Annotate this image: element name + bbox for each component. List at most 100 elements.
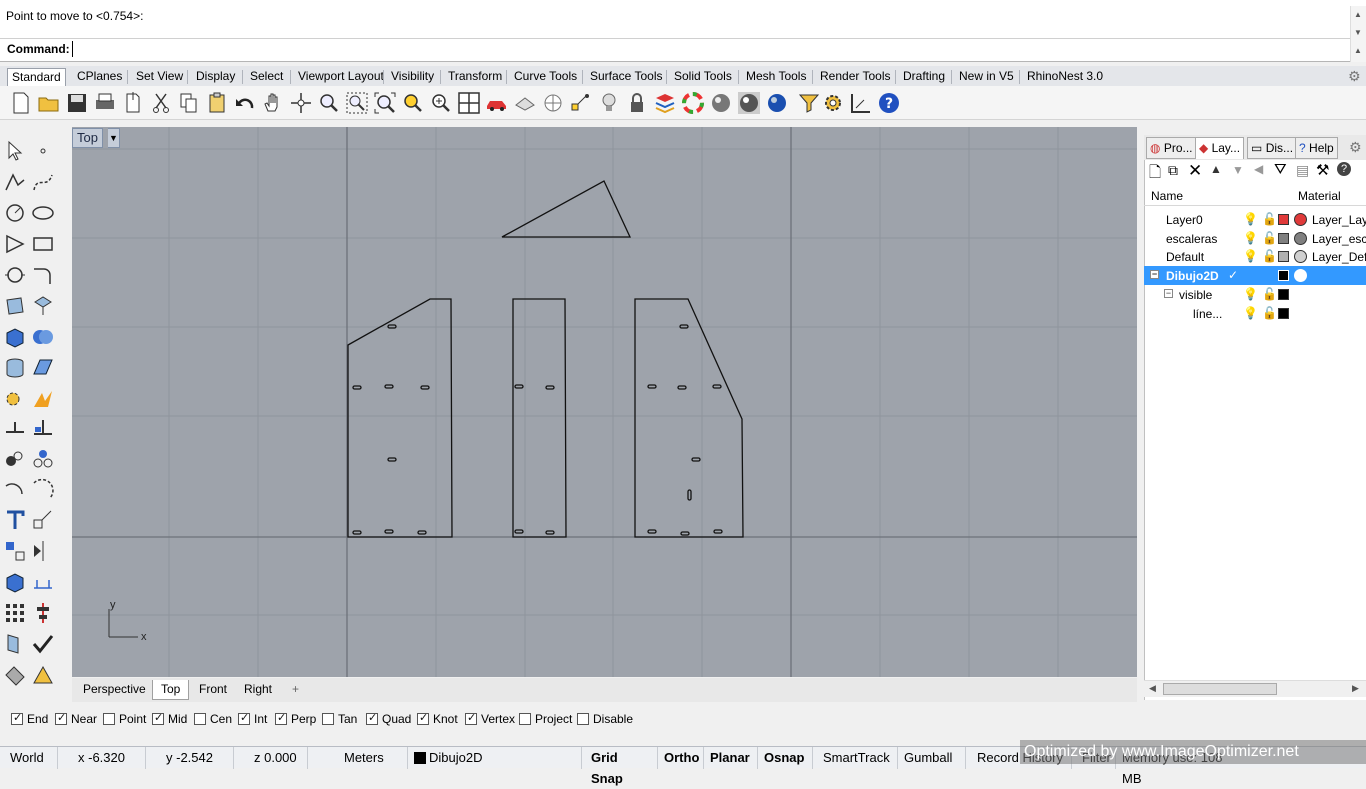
panel-gear-icon[interactable]: ⚙ bbox=[1349, 139, 1362, 156]
dimension-icon[interactable] bbox=[849, 91, 873, 115]
grid-snap-button[interactable]: Grid Snap bbox=[582, 747, 658, 786]
tab-render-tools[interactable]: Render Tools bbox=[816, 68, 895, 86]
tab-surface-tools[interactable]: Surface Tools bbox=[586, 68, 667, 86]
car-icon[interactable] bbox=[485, 91, 509, 115]
light-bulb-icon[interactable] bbox=[597, 91, 621, 115]
delete-layer-icon[interactable]: ✕ bbox=[1188, 161, 1202, 181]
snap-circle-icon[interactable] bbox=[541, 91, 565, 115]
viewport-top[interactable]: y x bbox=[72, 127, 1137, 677]
help-icon[interactable]: ? bbox=[877, 91, 901, 115]
unlock-icon[interactable]: 🔓 bbox=[1262, 212, 1277, 226]
scroll-left-icon[interactable]: ◀ bbox=[1149, 683, 1156, 694]
extrude-curve-icon[interactable] bbox=[31, 294, 55, 318]
checkbox-icon[interactable] bbox=[238, 711, 250, 725]
collapse-icon[interactable]: − bbox=[1164, 289, 1173, 298]
gumball-button[interactable]: Gumball bbox=[898, 747, 966, 769]
tab-help[interactable]: ? Help bbox=[1295, 137, 1338, 159]
dimension-linear-icon[interactable] bbox=[31, 570, 55, 594]
import-icon[interactable] bbox=[121, 91, 145, 115]
layers-icon[interactable] bbox=[653, 91, 677, 115]
layer-row-current[interactable]: − Dibujo2D ✓ bbox=[1144, 266, 1366, 285]
rendered-sphere-icon[interactable] bbox=[737, 91, 761, 115]
select-arrow-icon[interactable] bbox=[3, 139, 27, 163]
align-icon[interactable] bbox=[31, 601, 55, 625]
mesh-icon[interactable] bbox=[31, 356, 55, 380]
layer-row[interactable]: Layer0 💡 🔓 Layer_Lay... bbox=[1144, 210, 1366, 229]
unlock-icon[interactable]: 🔓 bbox=[1262, 231, 1277, 245]
zoom-all-icon[interactable] bbox=[429, 91, 453, 115]
material-icon[interactable] bbox=[1294, 250, 1307, 263]
offset-icon[interactable] bbox=[3, 478, 27, 502]
unlock-icon[interactable]: 🔓 bbox=[1262, 287, 1277, 301]
zoom-selected-icon[interactable] bbox=[401, 91, 425, 115]
osnap-near[interactable]: Near bbox=[55, 711, 97, 726]
unlock-icon[interactable]: 🔓 bbox=[1262, 249, 1277, 263]
lock-icon[interactable] bbox=[625, 91, 649, 115]
curve-icon[interactable] bbox=[31, 170, 55, 194]
osnap-button[interactable]: Osnap bbox=[758, 747, 813, 769]
checkbox-icon[interactable] bbox=[275, 711, 287, 725]
cylinder-icon[interactable] bbox=[3, 356, 27, 380]
points-icon[interactable] bbox=[569, 91, 593, 115]
grid-array-icon[interactable] bbox=[3, 601, 27, 625]
rotate-view-icon[interactable] bbox=[289, 91, 313, 115]
checkbox-icon[interactable] bbox=[11, 711, 23, 725]
tab-mesh-tools[interactable]: Mesh Tools bbox=[742, 68, 810, 86]
text-icon[interactable] bbox=[3, 508, 27, 532]
viewport-title[interactable]: Top bbox=[72, 128, 103, 148]
group-icon[interactable] bbox=[3, 447, 27, 471]
tab-properties[interactable]: ◍ Pro... bbox=[1146, 137, 1197, 159]
checkbox-icon[interactable] bbox=[366, 711, 378, 725]
status-units[interactable]: Meters bbox=[308, 747, 408, 769]
tab-select[interactable]: Select bbox=[246, 68, 287, 86]
ellipse-icon[interactable] bbox=[31, 201, 55, 225]
layer-state-icon[interactable]: ▤ bbox=[1296, 162, 1309, 179]
status-layer[interactable]: Dibujo2D bbox=[408, 747, 582, 769]
material-icon[interactable] bbox=[1294, 269, 1307, 282]
layer-color-swatch[interactable] bbox=[1278, 214, 1289, 225]
checkbox-icon[interactable] bbox=[103, 713, 115, 725]
osnap-quad[interactable]: Quad bbox=[366, 711, 411, 726]
check-icon[interactable] bbox=[31, 632, 55, 656]
add-viewport-tab[interactable]: + bbox=[284, 680, 307, 700]
tools-icon[interactable]: ⚒ bbox=[1316, 161, 1329, 179]
point-icon[interactable] bbox=[31, 139, 55, 163]
paste-icon[interactable] bbox=[205, 91, 229, 115]
osnap-vertex[interactable]: Vertex bbox=[465, 711, 515, 726]
cut-icon[interactable] bbox=[149, 91, 173, 115]
layer-row[interactable]: escaleras 💡 🔓 Layer_esc... bbox=[1144, 229, 1366, 248]
material-icon[interactable] bbox=[1294, 213, 1307, 226]
checkbox-icon[interactable] bbox=[55, 711, 67, 725]
tab-display[interactable]: Display bbox=[192, 68, 239, 86]
osnap-point[interactable]: Point bbox=[103, 712, 146, 726]
options-gear-icon[interactable] bbox=[821, 91, 845, 115]
color-wheel-icon[interactable] bbox=[681, 91, 705, 115]
viewport-canvas[interactable]: y x bbox=[72, 127, 1137, 677]
filter-icon[interactable]: ⛛ bbox=[1274, 161, 1287, 178]
column-name[interactable]: Name bbox=[1151, 189, 1183, 203]
circle-icon[interactable] bbox=[3, 201, 27, 225]
plane-icon[interactable] bbox=[513, 91, 537, 115]
polygon-icon[interactable] bbox=[3, 232, 27, 256]
boolean-icon[interactable] bbox=[31, 325, 55, 349]
layer-color-swatch[interactable] bbox=[1278, 251, 1289, 262]
bulb-icon[interactable]: 💡 bbox=[1243, 231, 1258, 245]
tab-viewport-layout[interactable]: Viewport Layout bbox=[294, 68, 388, 86]
material-icon[interactable] bbox=[1294, 232, 1307, 245]
analyze-icon[interactable] bbox=[3, 632, 27, 656]
layer-color-swatch[interactable] bbox=[1278, 270, 1289, 281]
layer-row[interactable]: Default 💡 🔓 Layer_Def... bbox=[1144, 247, 1366, 266]
command-scrollbar[interactable]: ▲ ▼ ▲ bbox=[1350, 6, 1366, 62]
osnap-project[interactable]: Project bbox=[519, 712, 572, 726]
layer-color-swatch[interactable] bbox=[1278, 233, 1289, 244]
move-parent-icon[interactable]: ◀ bbox=[1254, 162, 1263, 176]
tab-front[interactable]: Front bbox=[191, 680, 235, 700]
scale-icon[interactable] bbox=[31, 508, 55, 532]
render-icon[interactable] bbox=[765, 91, 789, 115]
tab-right[interactable]: Right bbox=[236, 680, 280, 700]
shaded-sphere-icon[interactable] bbox=[709, 91, 733, 115]
tab-rhinonest[interactable]: RhinoNest 3.0 bbox=[1023, 68, 1107, 86]
osnap-knot[interactable]: Knot bbox=[417, 711, 458, 726]
new-layer-icon[interactable]: 🗋 bbox=[1149, 162, 1161, 187]
polyline-icon[interactable] bbox=[3, 170, 27, 194]
